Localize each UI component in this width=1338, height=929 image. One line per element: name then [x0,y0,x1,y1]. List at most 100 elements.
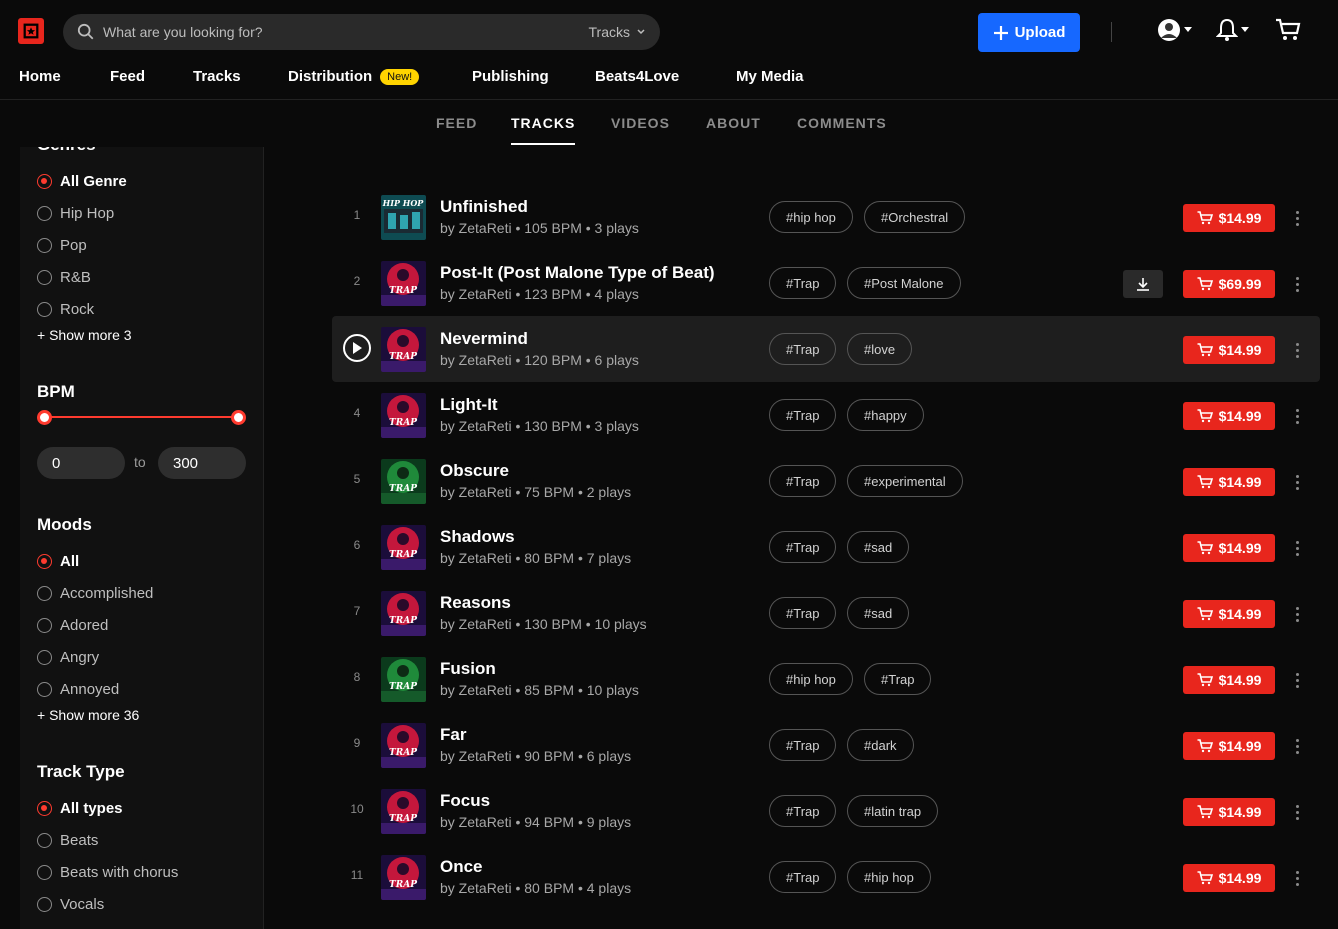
search-input[interactable]: What are you looking for? [103,24,589,40]
genre-option-rnb[interactable]: R&B [37,269,91,286]
genre-option-all[interactable]: All Genre [37,173,127,190]
track-tag[interactable]: #Orchestral [864,201,966,233]
track-type-option-vocals[interactable]: Vocals [37,896,104,913]
track-cover-image[interactable]: TRAP [381,657,426,702]
track-cover-image[interactable]: TRAP [381,789,426,834]
moods-show-more[interactable]: + Show more 36 [37,707,139,723]
mood-option-all[interactable]: All [37,553,79,570]
track-cover-image[interactable]: TRAP [381,261,426,306]
bpm-min-input[interactable]: 0 [37,447,125,479]
track-type-option-beats-with-chorus[interactable]: Beats with chorus [37,864,178,881]
track-tag[interactable]: #hip hop [847,861,931,893]
track-title[interactable]: Fusion [440,659,496,679]
track-tag[interactable]: #Trap [864,663,932,695]
add-to-cart-button[interactable]: $14.99 [1183,798,1275,826]
tab-feed[interactable]: FEED [436,115,477,131]
more-options-icon[interactable] [1289,864,1305,892]
track-title[interactable]: Light-It [440,395,498,415]
track-row[interactable]: 6 TRAP Shadows by ZetaReti • 80 BPM • 7 pla… [332,514,1320,580]
more-options-icon[interactable] [1289,336,1305,364]
track-title[interactable]: Nevermind [440,329,528,349]
track-row[interactable]: 5 TRAP Obscure by ZetaReti • 75 BPM • 2 pla… [332,448,1320,514]
genre-option-rock[interactable]: Rock [37,301,94,318]
track-tag[interactable]: #dark [847,729,914,761]
mood-option-annoyed[interactable]: Annoyed [37,681,119,698]
nav-my-media[interactable]: My Media [736,68,804,85]
add-to-cart-button[interactable]: $14.99 [1183,468,1275,496]
bpm-max-input[interactable]: 300 [158,447,246,479]
track-type-option-all[interactable]: All types [37,800,123,817]
bpm-slider-min-handle[interactable] [37,410,52,425]
track-cover-image[interactable]: TRAP [381,591,426,636]
add-to-cart-button[interactable]: $14.99 [1183,336,1275,364]
track-title[interactable]: Reasons [440,593,511,613]
track-tag[interactable]: #Trap [769,729,837,761]
track-row[interactable]: 10 TRAP Focus by ZetaReti • 94 BPM • 9 play… [332,778,1320,844]
add-to-cart-button[interactable]: $14.99 [1183,600,1275,628]
play-button[interactable] [343,334,371,362]
track-tag[interactable]: #Trap [769,597,837,629]
track-title[interactable]: Unfinished [440,197,528,217]
track-row[interactable]: 11 TRAP Once by ZetaReti • 80 BPM • 4 plays… [332,844,1320,910]
add-to-cart-button[interactable]: $14.99 [1183,864,1275,892]
add-to-cart-button[interactable]: $69.99 [1183,270,1275,298]
track-tag[interactable]: #Trap [769,861,837,893]
free-download-button[interactable] [1123,270,1163,298]
notifications-menu[interactable] [1216,18,1249,42]
search-scope-dropdown[interactable]: Tracks [589,24,646,40]
track-tag[interactable]: #hip hop [769,201,853,233]
track-title[interactable]: Shadows [440,527,515,547]
mood-option-accomplished[interactable]: Accomplished [37,585,153,602]
track-row[interactable]: TRAP Nevermind by ZetaReti • 120 BPM • 6 p… [332,316,1320,382]
track-tag[interactable]: #Trap [769,333,837,365]
more-options-icon[interactable] [1289,534,1305,562]
genre-option-pop[interactable]: Pop [37,237,87,254]
genre-show-more[interactable]: + Show more 3 [37,327,132,343]
nav-feed[interactable]: Feed [110,68,145,85]
tab-videos[interactable]: VIDEOS [611,115,670,131]
track-tag[interactable]: #Trap [769,531,837,563]
add-to-cart-button[interactable]: $14.99 [1183,666,1275,694]
track-title[interactable]: Once [440,857,483,877]
nav-tracks[interactable]: Tracks [193,68,241,85]
more-options-icon[interactable] [1289,204,1305,232]
track-tag[interactable]: #latin trap [847,795,939,827]
bpm-slider-track[interactable] [44,416,239,418]
track-tag[interactable]: #happy [847,399,924,431]
more-options-icon[interactable] [1289,402,1305,430]
account-menu[interactable] [1157,18,1192,42]
more-options-icon[interactable] [1289,798,1305,826]
track-row[interactable]: 2 TRAP Post-It (Post Malone Type of Beat) b… [332,250,1320,316]
cart-button[interactable] [1275,18,1301,42]
more-options-icon[interactable] [1289,600,1305,628]
track-tag[interactable]: #hip hop [769,663,853,695]
genre-option-hip-hop[interactable]: Hip Hop [37,205,114,222]
upload-button[interactable]: Upload [978,13,1080,52]
track-tag[interactable]: #Post Malone [847,267,961,299]
mood-option-adored[interactable]: Adored [37,617,108,634]
track-title[interactable]: Post-It (Post Malone Type of Beat) [440,263,715,283]
tab-tracks[interactable]: TRACKS [511,115,576,145]
track-title[interactable]: Far [440,725,466,745]
track-tag[interactable]: #Trap [769,267,837,299]
track-row[interactable]: 7 TRAP Reasons by ZetaReti • 130 BPM • 10 p… [332,580,1320,646]
track-cover-image[interactable]: TRAP [381,327,426,372]
track-tag[interactable]: #Trap [769,465,837,497]
more-options-icon[interactable] [1289,468,1305,496]
nav-publishing[interactable]: Publishing [472,68,549,85]
tab-comments[interactable]: COMMENTS [797,115,887,131]
track-title[interactable]: Obscure [440,461,509,481]
add-to-cart-button[interactable]: $14.99 [1183,204,1275,232]
track-tag[interactable]: #experimental [847,465,963,497]
nav-home[interactable]: Home [19,68,61,85]
more-options-icon[interactable] [1289,270,1305,298]
add-to-cart-button[interactable]: $14.99 [1183,732,1275,760]
search-bar[interactable]: What are you looking for? Tracks [63,14,660,50]
track-tag[interactable]: #love [847,333,913,365]
track-title[interactable]: Focus [440,791,490,811]
track-cover-image[interactable]: TRAP [381,459,426,504]
more-options-icon[interactable] [1289,666,1305,694]
add-to-cart-button[interactable]: $14.99 [1183,534,1275,562]
track-row[interactable]: 1 HIP HOP Unfinished by ZetaReti • 105 BPM … [332,184,1320,250]
track-row[interactable]: 9 TRAP Far by ZetaReti • 90 BPM • 6 plays #T… [332,712,1320,778]
